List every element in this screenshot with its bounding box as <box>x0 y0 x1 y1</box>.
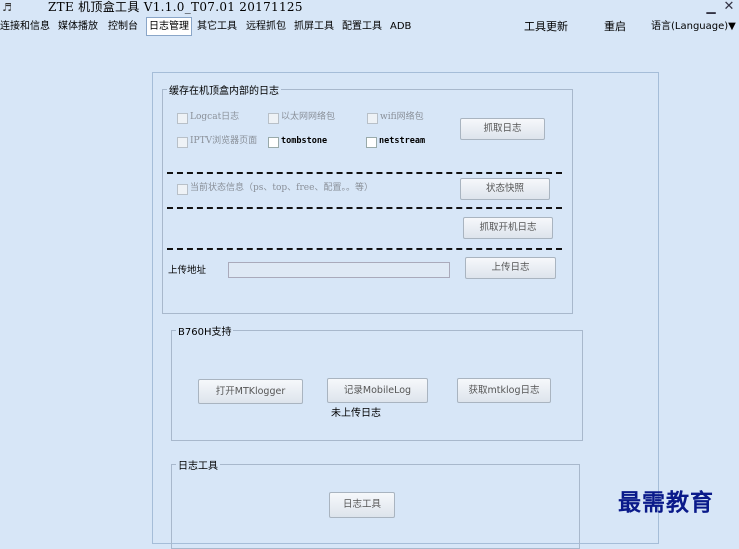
tombstone-checkbox[interactable] <box>268 137 279 148</box>
status-info-checkbox[interactable] <box>177 184 188 195</box>
netstream-checkbox[interactable] <box>366 137 377 148</box>
menu-bar: 连接和信息 媒体播放 控制台 日志管理 其它工具 远程抓包 抓屏工具 配置工具 … <box>0 17 739 37</box>
ethernet-packet-checkbox[interactable] <box>268 113 279 124</box>
tombstone-label: tombstone <box>281 136 328 146</box>
cache-log-group-title: 缓存在机顶盒内部的日志 <box>169 86 279 97</box>
log-tool-button[interactable]: 日志工具 <box>329 492 395 518</box>
record-mobilelog-button[interactable]: 记录MobileLog <box>327 378 428 403</box>
wifi-packet-checkbox[interactable] <box>367 113 378 124</box>
app-icon: ♬ <box>2 1 12 14</box>
upload-log-button[interactable]: 上传日志 <box>465 257 556 279</box>
window-title: ZTE 机顶盒工具 V1.1.0_T07.01 20171125 <box>48 0 303 14</box>
capture-boot-log-button[interactable]: 抓取开机日志 <box>463 217 553 239</box>
minimize-button[interactable]: ▁ <box>704 0 718 14</box>
status-snapshot-button[interactable]: 状态快照 <box>460 178 550 200</box>
menu-item-adb[interactable]: ADB <box>390 18 411 35</box>
wifi-packet-label: wifi网络包 <box>380 112 424 122</box>
menu-item-config-tools[interactable]: 配置工具 <box>342 18 382 35</box>
menu-item-media-play[interactable]: 媒体播放 <box>58 18 98 35</box>
title-bar: ♬ ZTE 机顶盒工具 V1.1.0_T07.01 20171125 ▁ ✕ <box>0 0 739 16</box>
menu-item-other-tools[interactable]: 其它工具 <box>197 18 237 35</box>
ethernet-packet-label: 以太网网络包 <box>281 112 336 122</box>
menu-item-log-management[interactable]: 日志管理 <box>146 17 192 36</box>
get-mtklog-button[interactable]: 获取mtklog日志 <box>457 378 551 403</box>
dashed-separator <box>167 207 562 209</box>
status-info-label: 当前状态信息（ps、top、free、配置。。等） <box>190 183 373 193</box>
menu-item-reboot[interactable]: 重启 <box>604 18 626 35</box>
language-dropdown[interactable]: 语言(Language)▼ <box>651 18 736 35</box>
menu-item-screen-capture[interactable]: 抓屏工具 <box>294 18 334 35</box>
capture-log-button[interactable]: 抓取日志 <box>460 118 545 140</box>
dashed-separator <box>167 248 562 250</box>
menu-item-remote-capture[interactable]: 远程抓包 <box>246 18 286 35</box>
iptv-browser-checkbox[interactable] <box>177 137 188 148</box>
upload-address-input[interactable] <box>228 262 450 278</box>
logcat-checkbox[interactable] <box>177 113 188 124</box>
watermark-text: 最需教育 <box>618 489 714 516</box>
log-tool-group-title: 日志工具 <box>178 461 218 472</box>
logcat-label: Logcat日志 <box>190 112 240 122</box>
dashed-separator <box>167 172 562 174</box>
netstream-label: netstream <box>379 136 426 146</box>
menu-item-console[interactable]: 控制台 <box>108 18 138 35</box>
iptv-browser-label: IPTV浏览器页面 <box>190 136 258 146</box>
upload-address-label: 上传地址 <box>168 265 207 276</box>
open-mtklogger-button[interactable]: 打开MTKlogger <box>198 379 303 404</box>
menu-item-tool-update[interactable]: 工具更新 <box>524 18 568 35</box>
close-button[interactable]: ✕ <box>722 0 736 14</box>
upload-status-text: 未上传日志 <box>331 408 381 419</box>
menu-item-connection-info[interactable]: 连接和信息 <box>0 18 50 35</box>
b760h-group-title: B760H支持 <box>178 327 232 338</box>
